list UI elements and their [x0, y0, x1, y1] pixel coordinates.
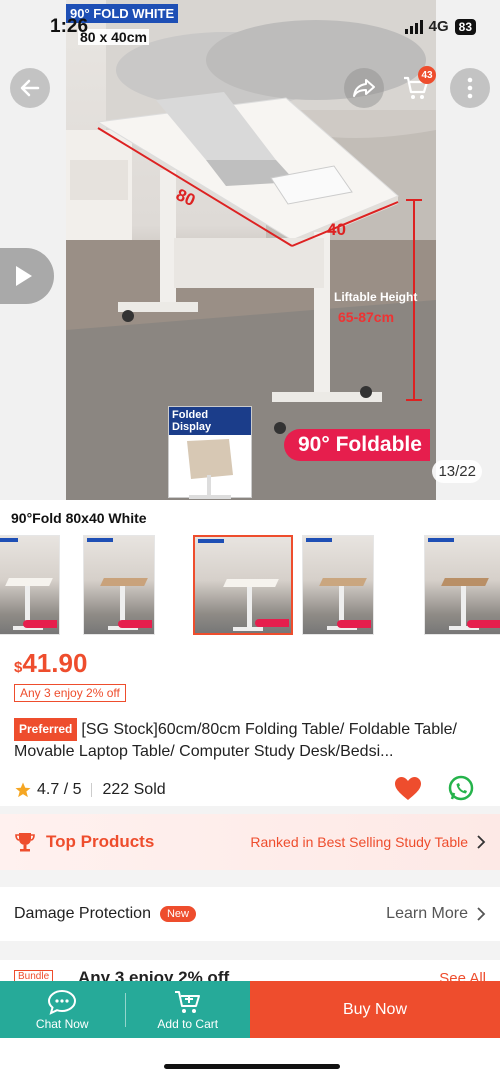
variant-thumbnail-selected[interactable] — [193, 535, 293, 635]
add-to-cart-label: Add to Cart — [157, 1016, 219, 1031]
product-page: 90° FOLD WHITE 80 x 40cm 80 40 Liftable … — [0, 0, 500, 1080]
play-video-button[interactable] — [0, 248, 54, 304]
add-to-cart-button[interactable]: Add to Cart — [126, 981, 251, 1038]
add-to-cart-icon — [174, 990, 200, 1013]
heart-icon — [395, 777, 421, 800]
variant-thumbnail[interactable] — [83, 535, 155, 635]
chat-cart-group: Chat Now Add to Cart — [0, 981, 250, 1038]
whatsapp-icon — [448, 775, 474, 801]
variant-thumbnail[interactable] — [302, 535, 374, 635]
product-price: $41.90 — [14, 648, 87, 679]
bottom-action-bar: Chat Now Add to Cart Buy Now — [0, 981, 500, 1038]
section-divider — [0, 941, 500, 960]
new-badge: New — [159, 906, 196, 922]
variant-thumbnail[interactable] — [0, 535, 60, 635]
chat-icon — [48, 989, 77, 1015]
arrow-left-icon — [20, 79, 40, 97]
more-options-button[interactable] — [450, 68, 490, 108]
trophy-icon — [15, 833, 35, 852]
status-time: 1:26 — [50, 16, 89, 37]
home-indicator[interactable] — [164, 1064, 340, 1069]
folded-table-image — [187, 439, 233, 499]
preferred-badge: Preferred — [14, 718, 78, 741]
buy-now-button[interactable]: Buy Now — [250, 981, 500, 1038]
more-vertical-icon — [467, 77, 473, 99]
share-button[interactable] — [344, 68, 384, 108]
foldable-banner: 90° Foldable — [284, 429, 430, 461]
damage-protection-row[interactable]: Damage Protection New Learn More — [0, 887, 500, 941]
image-counter: 13/22 — [432, 460, 482, 483]
product-title-text: [SG Stock]60cm/80cm Folding Table/ Folda… — [14, 721, 457, 760]
favorite-button[interactable] — [394, 776, 422, 807]
price-value: 41.90 — [22, 648, 88, 678]
chat-now-button[interactable]: Chat Now — [0, 981, 125, 1038]
folded-display-inset: Folded Display — [168, 406, 252, 499]
width-dimension: 40 — [327, 220, 346, 239]
share-icon — [353, 79, 375, 97]
product-title: Preferred [SG Stock]60cm/80cm Folding Tab… — [14, 718, 484, 762]
sold-count: 222 Sold — [102, 781, 166, 798]
chevron-right-icon — [477, 835, 486, 849]
top-products-title: Top Products — [46, 832, 155, 851]
damage-protection-label: Damage Protection — [14, 905, 151, 922]
learn-more-link[interactable]: Learn More — [386, 905, 468, 923]
play-icon — [16, 266, 32, 286]
liftable-height-range: 65-87cm — [338, 309, 395, 325]
chevron-right-icon — [477, 907, 486, 921]
bundle-deal-row[interactable]: Bundle Any 3 enjoy 2% off See All — [0, 960, 500, 982]
bundle-deal-text: Any 3 enjoy 2% off — [78, 968, 230, 982]
folded-display-title: Folded Display — [169, 407, 251, 435]
section-divider — [0, 806, 500, 814]
section-divider — [0, 870, 500, 887]
selected-variant-name: 90°Fold 80x40 White — [11, 510, 147, 526]
status-indicators: 4G 83 — [404, 18, 476, 35]
variant-thumbnails — [0, 535, 500, 635]
size-label: 80 x 40cm — [78, 29, 149, 45]
variant-thumbnail[interactable] — [424, 535, 500, 635]
network-type: 4G — [428, 18, 449, 35]
liftable-height-label: Liftable Height — [334, 290, 418, 304]
back-button[interactable] — [10, 68, 50, 108]
product-image-carousel[interactable]: 90° FOLD WHITE 80 x 40cm 80 40 Liftable … — [0, 0, 500, 500]
chat-now-label: Chat Now — [35, 1016, 89, 1031]
signal-icon — [404, 19, 423, 34]
battery-icon: 83 — [454, 18, 476, 35]
rating-divider — [91, 783, 93, 797]
top-products-row[interactable]: Top Products Ranked in Best Selling Stud… — [0, 814, 500, 870]
star-icon — [15, 782, 31, 798]
top-products-ranking: Ranked in Best Selling Study Table — [250, 834, 468, 850]
rating-value: 4.7 / 5 — [37, 781, 82, 798]
cart-count-badge: 43 — [418, 66, 436, 84]
whatsapp-share-button[interactable] — [446, 774, 476, 809]
promo-tag[interactable]: Any 3 enjoy 2% off — [14, 684, 126, 702]
